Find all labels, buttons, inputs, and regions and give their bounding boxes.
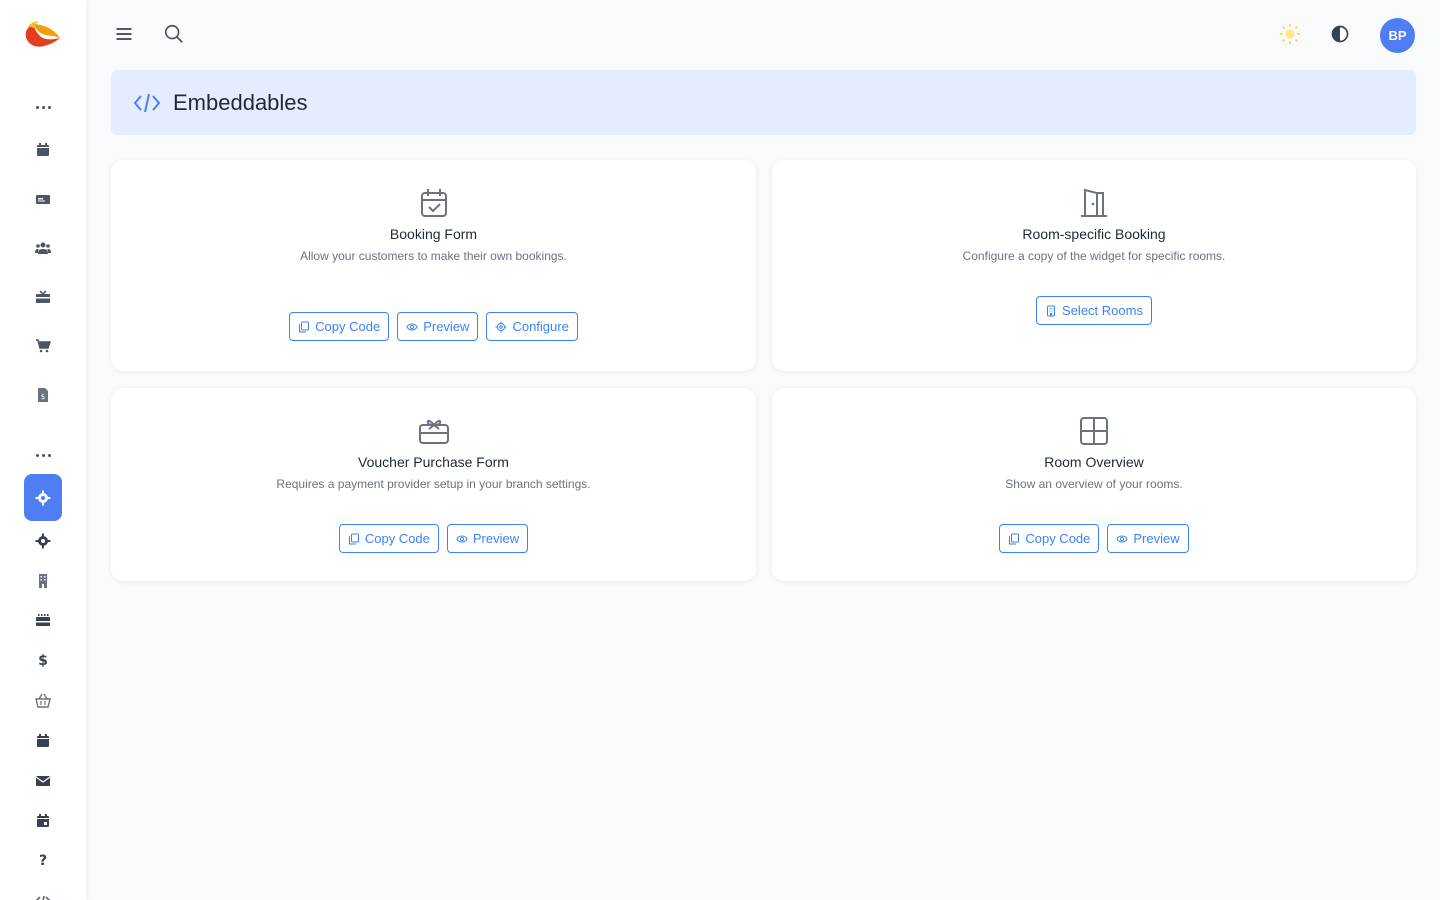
card-voucher-purchase-form: Voucher Purchase Form Requires a payment… bbox=[111, 388, 756, 581]
preview-button[interactable]: Preview bbox=[446, 524, 529, 553]
gear-icon bbox=[35, 533, 51, 549]
copy-icon bbox=[299, 321, 310, 332]
page-header: Embeddables bbox=[111, 70, 1416, 135]
help-icon: ? bbox=[38, 853, 48, 869]
sidebar-item-settings[interactable] bbox=[24, 522, 62, 560]
sidebar-item-branches[interactable] bbox=[24, 562, 62, 600]
cart-icon bbox=[36, 339, 51, 353]
configure-button[interactable]: Configure bbox=[486, 312, 578, 341]
copy-icon bbox=[348, 533, 359, 544]
select-rooms-label: Select Rooms bbox=[1062, 303, 1143, 318]
copy-code-button[interactable]: Copy Code bbox=[289, 312, 390, 341]
card-description: Configure a copy of the widget for speci… bbox=[962, 249, 1226, 263]
users-icon bbox=[35, 242, 51, 254]
user-avatar[interactable]: BP bbox=[1380, 18, 1415, 53]
calendar-grid-icon bbox=[36, 614, 50, 626]
card-title: Booking Form bbox=[389, 226, 478, 242]
theme-toggle-button[interactable] bbox=[1278, 22, 1302, 46]
sidebar-item-calendar[interactable] bbox=[24, 131, 62, 169]
card-description: Allow your customers to make their own b… bbox=[300, 249, 567, 263]
preview-label: Preview bbox=[1133, 531, 1180, 546]
invoice-icon: $ bbox=[38, 388, 48, 402]
preview-button[interactable]: Preview bbox=[397, 312, 479, 341]
sidebar-item-schedule[interactable] bbox=[24, 602, 62, 640]
contrast-icon bbox=[1331, 25, 1349, 43]
card-title: Room Overview bbox=[1044, 454, 1144, 470]
copy-code-button[interactable]: Copy Code bbox=[338, 524, 439, 553]
building-icon bbox=[39, 574, 47, 588]
sidebar-item-users[interactable] bbox=[24, 229, 62, 267]
envelope-icon bbox=[35, 776, 51, 786]
search-button[interactable] bbox=[162, 22, 186, 46]
eye-icon bbox=[406, 323, 418, 330]
door-icon bbox=[1081, 188, 1107, 217]
preview-label: Preview bbox=[472, 531, 520, 546]
basket-icon bbox=[35, 693, 51, 708]
card-room-overview: Room Overview Show an overview of your r… bbox=[772, 388, 1416, 581]
section-separator-dots bbox=[34, 454, 52, 457]
copy-code-button[interactable]: Copy Code bbox=[999, 524, 1100, 553]
grid-icon bbox=[1080, 417, 1108, 445]
sidebar-item-messages[interactable] bbox=[24, 762, 62, 800]
sidebar: $ $ ? bbox=[0, 0, 86, 900]
copy-icon bbox=[1009, 533, 1020, 544]
calendar-icon bbox=[37, 143, 49, 156]
svg-text:$: $ bbox=[41, 393, 45, 401]
hamburger-icon bbox=[116, 28, 132, 40]
app-logo[interactable] bbox=[22, 18, 62, 52]
copy-code-label: Copy Code bbox=[364, 531, 430, 546]
sidebar-item-shop[interactable] bbox=[24, 327, 62, 365]
code-icon bbox=[133, 93, 161, 112]
copy-code-label: Copy Code bbox=[1025, 531, 1091, 546]
card-description: Show an overview of your rooms. bbox=[1005, 477, 1183, 491]
sidebar-item-vouchers[interactable] bbox=[24, 278, 62, 316]
sidebar-item-calendar-2[interactable] bbox=[24, 722, 62, 760]
building-icon bbox=[1047, 305, 1056, 316]
search-icon bbox=[164, 24, 183, 43]
sidebar-item-invoices[interactable]: $ bbox=[24, 376, 62, 414]
calendar-icon bbox=[37, 734, 49, 747]
calendar-day-icon bbox=[37, 814, 49, 827]
configure-label: Configure bbox=[512, 319, 569, 334]
sidebar-item-embeddables[interactable] bbox=[24, 882, 62, 900]
card-description: Requires a payment provider setup in you… bbox=[276, 477, 591, 491]
id-card-icon bbox=[36, 195, 50, 204]
dollar-icon: $ bbox=[38, 653, 48, 669]
gift-icon bbox=[36, 290, 50, 303]
card-title: Voucher Purchase Form bbox=[358, 454, 509, 470]
copy-code-label: Copy Code bbox=[315, 319, 381, 334]
card-room-specific-booking: Room-specific Booking Configure a copy o… bbox=[772, 160, 1416, 371]
select-rooms-button[interactable]: Select Rooms bbox=[1036, 296, 1152, 325]
gear-icon bbox=[495, 321, 507, 332]
card-title: Room-specific Booking bbox=[1022, 226, 1166, 242]
sidebar-item-id-card[interactable] bbox=[24, 180, 62, 218]
preview-button[interactable]: Preview bbox=[1107, 524, 1189, 553]
menu-toggle-button[interactable] bbox=[112, 22, 136, 46]
eye-icon bbox=[1116, 535, 1128, 542]
sidebar-item-settings-active[interactable] bbox=[24, 474, 62, 521]
eye-icon bbox=[456, 535, 468, 542]
sun-icon bbox=[1279, 23, 1301, 45]
sidebar-item-pricing[interactable]: $ bbox=[24, 642, 62, 680]
sidebar-item-products[interactable] bbox=[24, 682, 62, 720]
code-icon bbox=[35, 895, 51, 900]
contrast-toggle-button[interactable] bbox=[1328, 22, 1352, 46]
page-title: Embeddables bbox=[173, 89, 308, 115]
sidebar-item-help[interactable]: ? bbox=[24, 842, 62, 880]
card-booking-form: Booking Form Allow your customers to mak… bbox=[111, 160, 756, 371]
section-separator-dots bbox=[34, 106, 52, 109]
gear-icon bbox=[35, 490, 51, 505]
gift-card-icon bbox=[418, 419, 449, 444]
preview-label: Preview bbox=[423, 319, 470, 334]
sidebar-item-events[interactable] bbox=[24, 802, 62, 840]
calendar-check-icon bbox=[420, 189, 447, 217]
